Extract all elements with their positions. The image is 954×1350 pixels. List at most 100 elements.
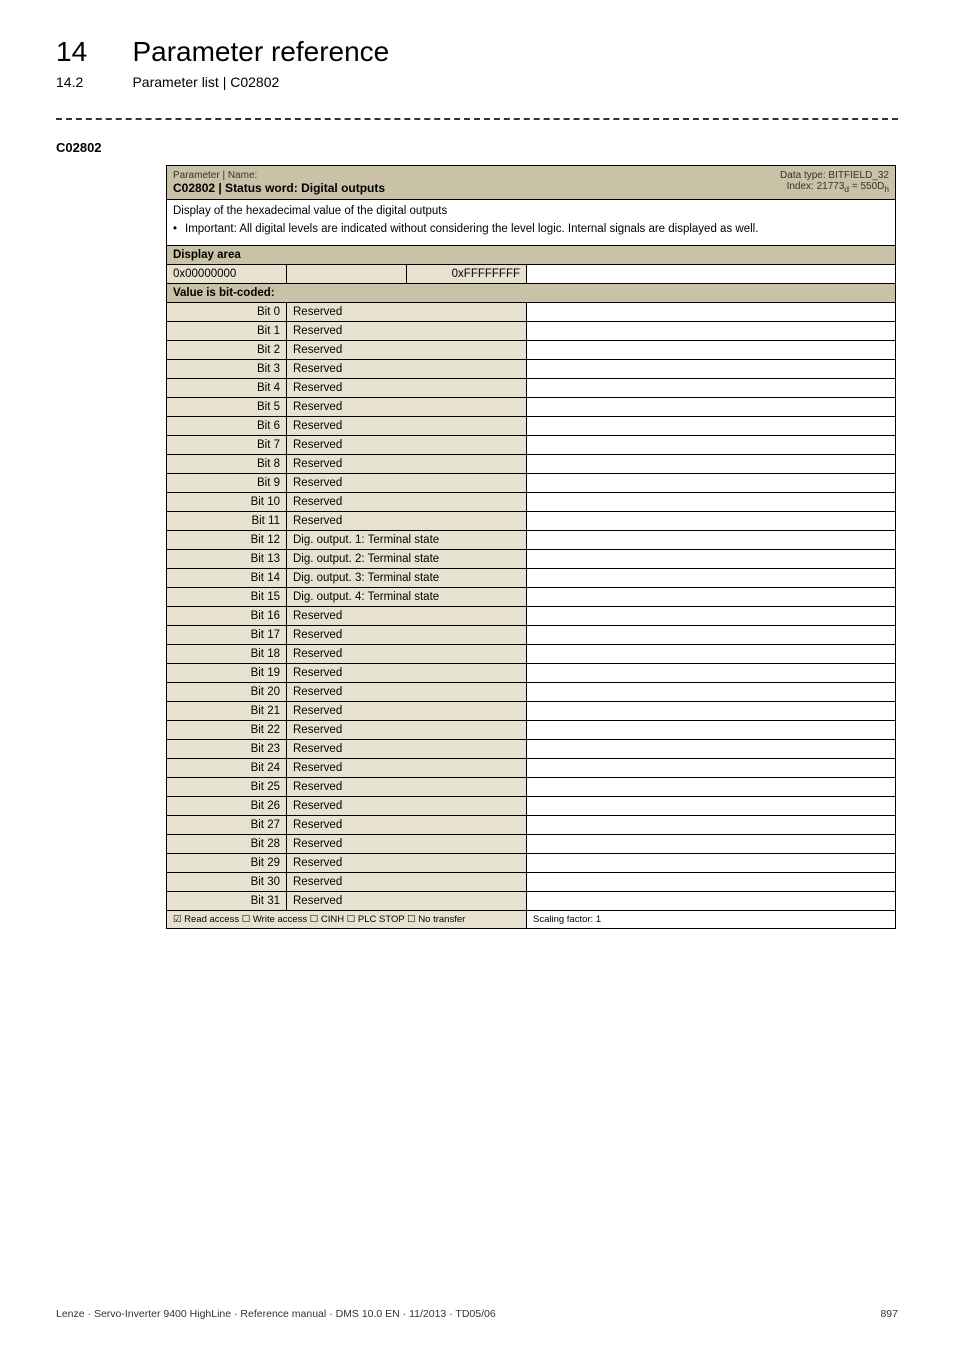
- bit-label: Bit 26: [167, 797, 287, 815]
- bit-label: Bit 19: [167, 664, 287, 682]
- bit-value: Dig. output. 3: Terminal state: [287, 569, 527, 587]
- bit-value: Reserved: [287, 645, 527, 663]
- bit-row: Bit 5Reserved: [167, 398, 895, 417]
- parameter-id-heading: C02802: [56, 140, 898, 155]
- bit-label: Bit 5: [167, 398, 287, 416]
- bit-row: Bit 18Reserved: [167, 645, 895, 664]
- bit-value: Reserved: [287, 816, 527, 834]
- bit-value: Reserved: [287, 341, 527, 359]
- bit-label: Bit 1: [167, 322, 287, 340]
- bit-value: Reserved: [287, 512, 527, 530]
- bit-value: Reserved: [287, 303, 527, 321]
- bit-row: Bit 27Reserved: [167, 816, 895, 835]
- bit-label: Bit 8: [167, 455, 287, 473]
- bit-label: Bit 3: [167, 360, 287, 378]
- bit-row: Bit 22Reserved: [167, 721, 895, 740]
- bit-value: Reserved: [287, 379, 527, 397]
- bit-row: Bit 31Reserved: [167, 892, 895, 910]
- bit-value: Reserved: [287, 854, 527, 872]
- parameter-table: Parameter | Name: C02802 | Status word: …: [166, 165, 896, 929]
- footer-text: Lenze · Servo-Inverter 9400 HighLine · R…: [56, 1308, 496, 1320]
- bit-row: Bit 26Reserved: [167, 797, 895, 816]
- bit-label: Bit 17: [167, 626, 287, 644]
- bit-row: Bit 16Reserved: [167, 607, 895, 626]
- access-flags-row: ☑ Read access ☐ Write access ☐ CINH ☐ PL…: [167, 910, 895, 928]
- bit-value: Reserved: [287, 683, 527, 701]
- bit-value: Reserved: [287, 721, 527, 739]
- bit-label: Bit 0: [167, 303, 287, 321]
- bit-row: Bit 19Reserved: [167, 664, 895, 683]
- bit-row: Bit 9Reserved: [167, 474, 895, 493]
- bit-row: Bit 13Dig. output. 2: Terminal state: [167, 550, 895, 569]
- bit-row: Bit 11Reserved: [167, 512, 895, 531]
- bit-row: Bit 10Reserved: [167, 493, 895, 512]
- bit-row: Bit 7Reserved: [167, 436, 895, 455]
- bit-label: Bit 13: [167, 550, 287, 568]
- bit-value: Reserved: [287, 702, 527, 720]
- bit-row: Bit 12Dig. output. 1: Terminal state: [167, 531, 895, 550]
- bit-label: Bit 18: [167, 645, 287, 663]
- display-min: 0x00000000: [167, 265, 287, 283]
- display-max: 0xFFFFFFFF: [407, 265, 527, 283]
- page-number: 897: [880, 1308, 898, 1320]
- bit-value: Dig. output. 4: Terminal state: [287, 588, 527, 606]
- bit-label: Bit 24: [167, 759, 287, 777]
- bit-value: Reserved: [287, 626, 527, 644]
- data-type-label: Data type: BITFIELD_32: [780, 170, 889, 181]
- chapter-title: Parameter reference: [132, 36, 389, 68]
- bit-value: Reserved: [287, 455, 527, 473]
- bit-value: Reserved: [287, 607, 527, 625]
- bit-label: Bit 14: [167, 569, 287, 587]
- bit-value: Reserved: [287, 493, 527, 511]
- bit-label: Bit 10: [167, 493, 287, 511]
- bit-label: Bit 20: [167, 683, 287, 701]
- bit-row: Bit 4Reserved: [167, 379, 895, 398]
- bit-label: Bit 30: [167, 873, 287, 891]
- chapter-number: 14: [56, 36, 128, 68]
- bit-value: Reserved: [287, 835, 527, 853]
- bit-label: Bit 9: [167, 474, 287, 492]
- bit-row: Bit 2Reserved: [167, 341, 895, 360]
- bit-label: Bit 28: [167, 835, 287, 853]
- bit-row: Bit 28Reserved: [167, 835, 895, 854]
- bit-value: Reserved: [287, 398, 527, 416]
- bit-value: Reserved: [287, 474, 527, 492]
- divider-dashed: [56, 118, 898, 120]
- bit-value: Reserved: [287, 417, 527, 435]
- bit-value: Reserved: [287, 322, 527, 340]
- param-title: C02802 | Status word: Digital outputs: [173, 181, 768, 195]
- section-number: 14.2: [56, 74, 128, 90]
- bit-row: Bit 29Reserved: [167, 854, 895, 873]
- bit-row: Bit 25Reserved: [167, 778, 895, 797]
- bit-value: Reserved: [287, 759, 527, 777]
- param-name-label: Parameter | Name:: [173, 170, 768, 181]
- description-bullet: Important: All digital levels are indica…: [185, 222, 758, 238]
- display-range-row: 0x00000000 0xFFFFFFFF: [167, 265, 895, 284]
- bit-value: Dig. output. 1: Terminal state: [287, 531, 527, 549]
- index-label: Index: 21773d = 550Dh: [780, 181, 889, 194]
- bit-value: Reserved: [287, 778, 527, 796]
- bit-row: Bit 17Reserved: [167, 626, 895, 645]
- bit-row: Bit 21Reserved: [167, 702, 895, 721]
- bit-row: Bit 14Dig. output. 3: Terminal state: [167, 569, 895, 588]
- bit-value: Reserved: [287, 360, 527, 378]
- bit-label: Bit 4: [167, 379, 287, 397]
- bit-label: Bit 2: [167, 341, 287, 359]
- bit-value: Reserved: [287, 740, 527, 758]
- description-row: Display of the hexadecimal value of the …: [167, 200, 895, 246]
- table-header-row: Parameter | Name: C02802 | Status word: …: [167, 166, 895, 200]
- section-title: Parameter list | C02802: [132, 74, 279, 90]
- bit-label: Bit 31: [167, 892, 287, 910]
- description-text: Display of the hexadecimal value of the …: [173, 204, 889, 220]
- bit-row: Bit 8Reserved: [167, 455, 895, 474]
- bit-value: Reserved: [287, 797, 527, 815]
- access-flags: ☑ Read access ☐ Write access ☐ CINH ☐ PL…: [167, 911, 527, 928]
- bit-value: Dig. output. 2: Terminal state: [287, 550, 527, 568]
- bit-label: Bit 16: [167, 607, 287, 625]
- bit-row: Bit 30Reserved: [167, 873, 895, 892]
- scaling-factor: Scaling factor: 1: [527, 911, 895, 928]
- bit-value: Reserved: [287, 892, 527, 910]
- bit-row: Bit 15Dig. output. 4: Terminal state: [167, 588, 895, 607]
- bit-value: Reserved: [287, 436, 527, 454]
- display-area-header: Display area: [167, 246, 895, 265]
